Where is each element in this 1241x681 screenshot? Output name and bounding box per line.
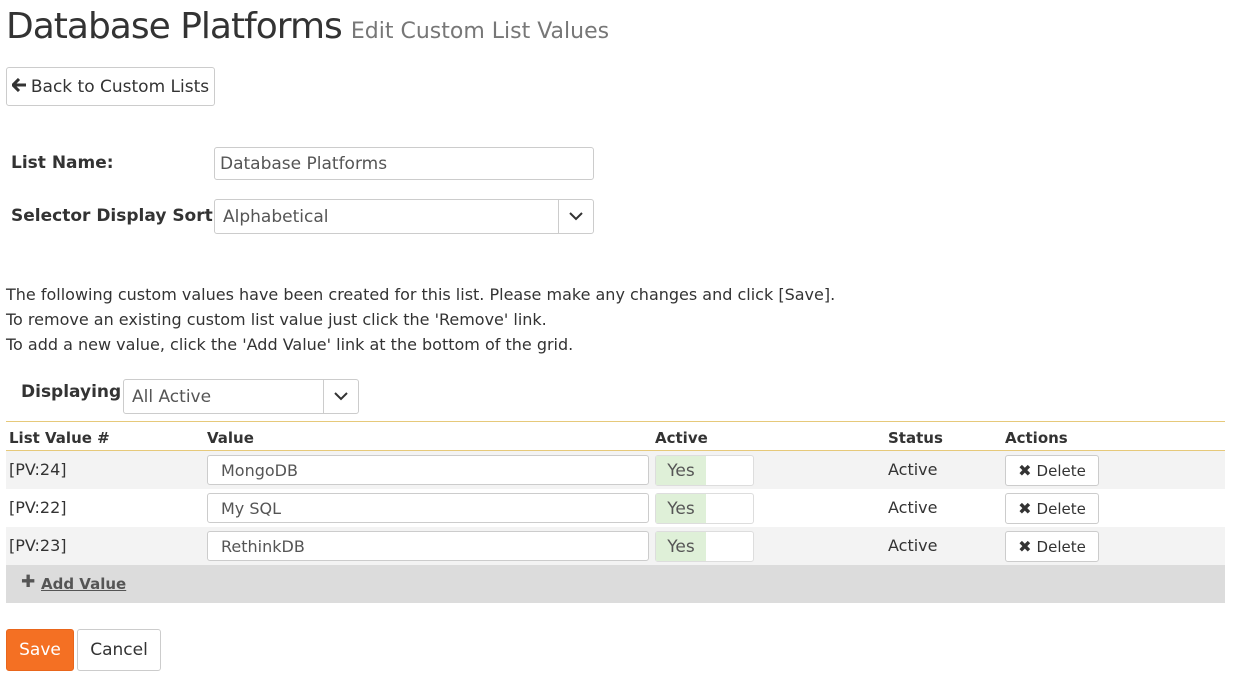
status-text: Active	[888, 460, 938, 479]
active-toggle-label: Yes	[656, 456, 706, 485]
sorting-value: Alphabetical	[223, 206, 329, 227]
instruction-line: To add a new value, click the 'Add Value…	[6, 335, 574, 354]
column-header-status: Status	[888, 429, 943, 447]
list-value-id: [PV:23]	[9, 536, 67, 555]
add-value-link[interactable]: Add Value	[41, 575, 126, 593]
value-text: MongoDB	[221, 460, 298, 480]
grid-header: List Value # Value Active Status Actions	[6, 421, 1225, 451]
value-text: My SQL	[221, 498, 282, 518]
page-header: Database Platforms Edit Custom List Valu…	[6, 6, 609, 47]
instructions: The following custom values have been cr…	[6, 282, 835, 357]
list-value-id: [PV:22]	[9, 498, 67, 517]
add-value-row: ✚ Add Value	[6, 565, 1225, 603]
save-button[interactable]: Save	[6, 629, 74, 671]
arrow-left-icon	[11, 77, 27, 97]
column-header-active: Active	[655, 429, 708, 447]
status-text: Active	[888, 536, 938, 555]
close-icon: ✖	[1018, 537, 1032, 556]
active-toggle-label: Yes	[656, 532, 706, 561]
back-button-label: Back to Custom Lists	[30, 76, 210, 97]
column-header-actions: Actions	[1005, 429, 1068, 447]
list-value-id: [PV:24]	[9, 460, 67, 479]
column-header-value: Value	[207, 429, 254, 447]
chevron-down-icon[interactable]	[558, 200, 593, 233]
delete-label: Delete	[1036, 499, 1086, 518]
displaying-label: Displaying:	[21, 382, 128, 402]
instruction-line: To remove an existing custom list value …	[6, 310, 547, 329]
instruction-line: The following custom values have been cr…	[6, 285, 836, 304]
close-icon: ✖	[1018, 461, 1032, 480]
table-row: [PV:23] RethinkDB Yes Active ✖ Delete	[6, 527, 1225, 565]
sorting-select[interactable]: Alphabetical	[214, 199, 594, 234]
delete-button[interactable]: ✖ Delete	[1005, 531, 1099, 562]
delete-button[interactable]: ✖ Delete	[1005, 455, 1099, 486]
plus-icon: ✚	[21, 572, 36, 592]
list-name-label: List Name:	[11, 153, 114, 173]
active-toggle[interactable]: Yes	[655, 455, 754, 486]
active-toggle[interactable]: Yes	[655, 493, 754, 524]
displaying-value: All Active	[132, 386, 212, 407]
value-input[interactable]: MongoDB	[207, 455, 649, 485]
value-input[interactable]: RethinkDB	[207, 531, 649, 561]
cancel-button[interactable]: Cancel	[77, 629, 161, 671]
value-input[interactable]: My SQL	[207, 493, 649, 523]
close-icon: ✖	[1018, 499, 1032, 518]
value-text: RethinkDB	[221, 536, 305, 556]
page-title: Database Platforms	[6, 6, 343, 47]
custom-values-grid: List Value # Value Active Status Actions…	[6, 421, 1225, 603]
list-name-value: Database Platforms	[220, 153, 388, 174]
displaying-select[interactable]: All Active	[123, 379, 359, 414]
list-name-input[interactable]: Database Platforms	[214, 147, 594, 180]
table-row: [PV:22] My SQL Yes Active ✖ Delete	[6, 489, 1225, 527]
column-header-list-value: List Value #	[9, 429, 110, 447]
back-to-custom-lists-button[interactable]: Back to Custom Lists	[6, 67, 215, 106]
status-text: Active	[888, 498, 938, 517]
table-row: [PV:24] MongoDB Yes Active ✖ Delete	[6, 451, 1225, 489]
delete-label: Delete	[1036, 461, 1086, 480]
active-toggle-label: Yes	[656, 494, 706, 523]
delete-button[interactable]: ✖ Delete	[1005, 493, 1099, 524]
chevron-down-icon[interactable]	[323, 380, 358, 413]
active-toggle[interactable]: Yes	[655, 531, 754, 562]
page-subtitle: Edit Custom List Values	[350, 19, 610, 44]
delete-label: Delete	[1036, 537, 1086, 556]
